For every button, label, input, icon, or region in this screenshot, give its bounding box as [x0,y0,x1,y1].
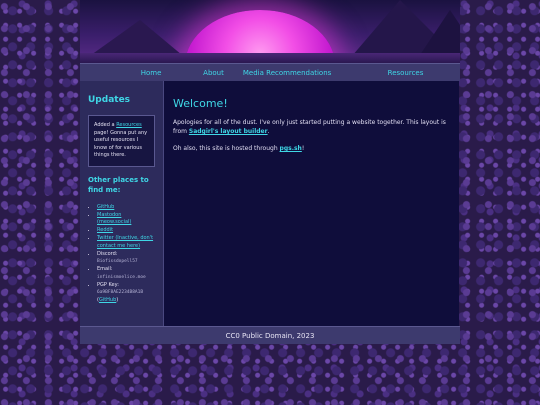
list-item: Email: infinismoelice.moe [97,266,155,281]
update-text: page! Gonna put any useful resources I k… [94,129,148,159]
footer: CC0 Public Domain, 2023 [80,326,460,344]
email-label: Email: [97,266,113,272]
pgp-label: PGP Key: [97,281,119,288]
list-item: Reddit [97,227,155,235]
intro-paragraph: Apologies for all of the dust. I've only… [173,118,450,136]
resources-link[interactable]: Resources [116,122,142,128]
email-value: infinismoelice.moe [97,274,146,280]
list-item: GitHub [97,204,155,212]
discord-label: Discord: [97,250,118,257]
nav-bar: Home About Media Recommendations Resourc… [80,63,460,81]
header-banner [80,0,460,63]
twitter-link[interactable]: Twitter (Inactive, don't contact me here… [97,235,153,249]
pgp-github-link[interactable]: GitHub [99,297,116,303]
main-area: Updates Added a Resources page! Gonna pu… [80,81,460,326]
places-list: GitHub Mastodon (meow.social) Reddit Twi… [88,204,155,305]
discord-value: Biofissdopell57 [97,259,138,264]
hosting-paragraph: Oh also, this site is hosted through pgs… [173,144,450,153]
sidebar: Updates Added a Resources page! Gonna pu… [80,81,164,326]
page-container: Home About Media Recommendations Resourc… [80,0,460,344]
list-item: Discord: Biofissdopell57 [97,251,155,266]
reddit-link[interactable]: Reddit [97,227,113,233]
update-text: Added a [94,122,117,128]
main-content: Welcome! Apologies for all of the dust. … [164,81,459,326]
hosting-end: ! [301,145,305,152]
github-link[interactable]: GitHub [97,204,114,210]
updates-box: Added a Resources page! Gonna put any us… [88,115,155,167]
list-item: PGP Key:6a9BF8AE2234B8A1B(GitHub) [97,282,155,305]
updates-heading: Updates [88,95,131,105]
ground-graphic [80,53,460,63]
hosting-text: Oh also, this site is hosted through [173,145,280,152]
page-title: Welcome! [173,97,228,110]
nav-resources-link[interactable]: Resources [351,69,460,77]
pgp-value: 6a9BF8AE2234B8A1B [97,290,144,295]
nav-media-link[interactable]: Media Recommendations [223,69,351,77]
places-heading: Other places to find me: [88,175,149,194]
footer-text: CC0 Public Domain, 2023 [225,331,315,340]
nav-home-link[interactable]: Home [99,69,203,77]
layout-builder-link[interactable]: Sadgirl's layout builder [189,128,268,135]
intro-end: . [267,128,270,135]
mastodon-link[interactable]: Mastodon (meow.social) [97,212,131,226]
list-item: Twitter (Inactive, don't contact me here… [97,235,155,250]
nav-about-link[interactable]: About [203,69,224,77]
pgs-link[interactable]: pgs.sh [280,145,302,152]
list-item: Mastodon (meow.social) [97,212,155,227]
